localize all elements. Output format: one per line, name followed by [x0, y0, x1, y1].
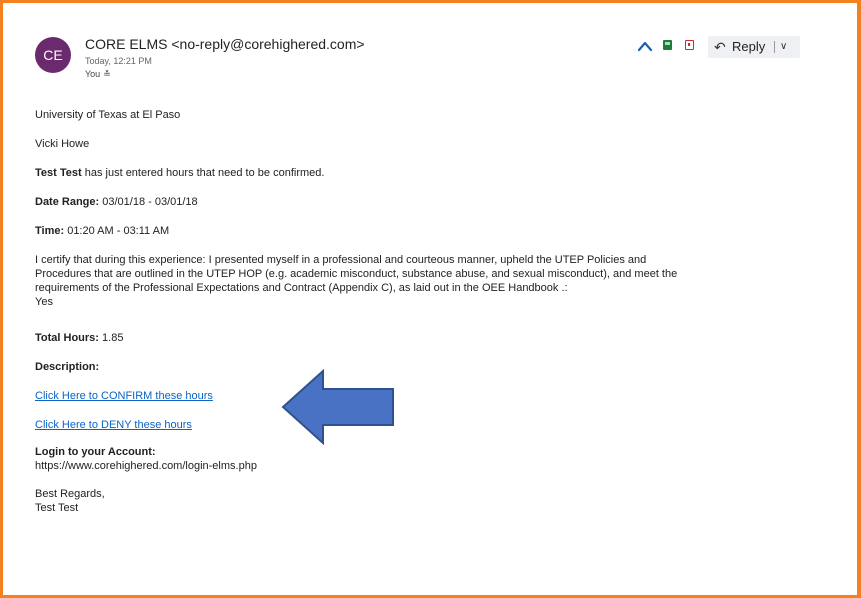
time-value: 01:20 AM - 03:11 AM: [64, 225, 170, 237]
certify-line-2: Procedures that are outlined in the UTEP…: [35, 268, 678, 280]
confirm-hours-link[interactable]: Click Here to CONFIRM these hours: [35, 389, 213, 403]
total-hours-value: 1.85: [98, 332, 124, 344]
recipient-name-line: Vicki Howe: [35, 138, 90, 150]
entered-hours-line: Test Test has just entered hours that ne…: [35, 166, 324, 180]
chevron-down-icon[interactable]: ∨: [780, 36, 787, 58]
collapse-up-icon[interactable]: [637, 39, 653, 53]
login-url[interactable]: https://www.corehighered.com/login-elms.…: [35, 459, 257, 473]
certification-paragraph: I certify that during this experience: I…: [35, 253, 795, 309]
total-hours-line: Total Hours: 1.85: [35, 331, 123, 345]
certify-line-1: I certify that during this experience: I…: [35, 254, 647, 266]
expand-recipients-icon[interactable]: ≛: [103, 69, 111, 79]
time-label: Time:: [35, 225, 65, 237]
timestamp: Today, 12:21 PM: [85, 56, 152, 66]
avatar[interactable]: CE: [35, 37, 71, 73]
deny-hours-link[interactable]: Click Here to DENY these hours: [35, 418, 192, 432]
reply-arrow-icon: ↶: [714, 39, 726, 55]
description-line: Description:: [35, 360, 99, 374]
date-range-line: Date Range: 03/01/18 - 03/01/18: [35, 195, 198, 209]
email-reading-pane: CE CORE ELMS <no-reply@corehighered.com>…: [3, 3, 857, 595]
certify-line-3: requirements of the Professional Expecta…: [35, 282, 568, 294]
date-range-value: 03/01/18 - 03/01/18: [99, 196, 198, 208]
left-pointing-arrow-icon: [281, 369, 394, 445]
institution-line: University of Texas at El Paso: [35, 109, 181, 121]
reply-separator: [774, 41, 775, 53]
recipient-line[interactable]: You ≛: [85, 69, 111, 80]
entered-hours-text: has just entered hours that need to be c…: [81, 167, 325, 179]
student-name: Test Test: [35, 167, 82, 179]
login-label: Login to your Account:: [35, 446, 156, 458]
sender-name[interactable]: CORE ELMS <no-reply@corehighered.com>: [85, 36, 365, 52]
signature-name: Test Test: [35, 502, 79, 514]
certify-answer: Yes: [35, 296, 53, 308]
green-flag-icon[interactable]: [663, 40, 672, 50]
total-hours-label: Total Hours:: [35, 332, 99, 344]
reply-button[interactable]: ↶ Reply ∨: [708, 36, 800, 58]
reply-label: Reply: [732, 39, 766, 54]
description-label: Description:: [35, 361, 100, 373]
regards-line: Best Regards,: [35, 488, 105, 500]
signature-block: Best Regards, Test Test: [35, 487, 105, 515]
time-line: Time: 01:20 AM - 03:11 AM: [35, 224, 169, 238]
login-block: Login to your Account: https://www.coreh…: [35, 445, 257, 473]
recipient-label: You: [85, 69, 101, 79]
date-range-label: Date Range:: [35, 196, 100, 208]
red-flag-icon[interactable]: [685, 40, 694, 50]
